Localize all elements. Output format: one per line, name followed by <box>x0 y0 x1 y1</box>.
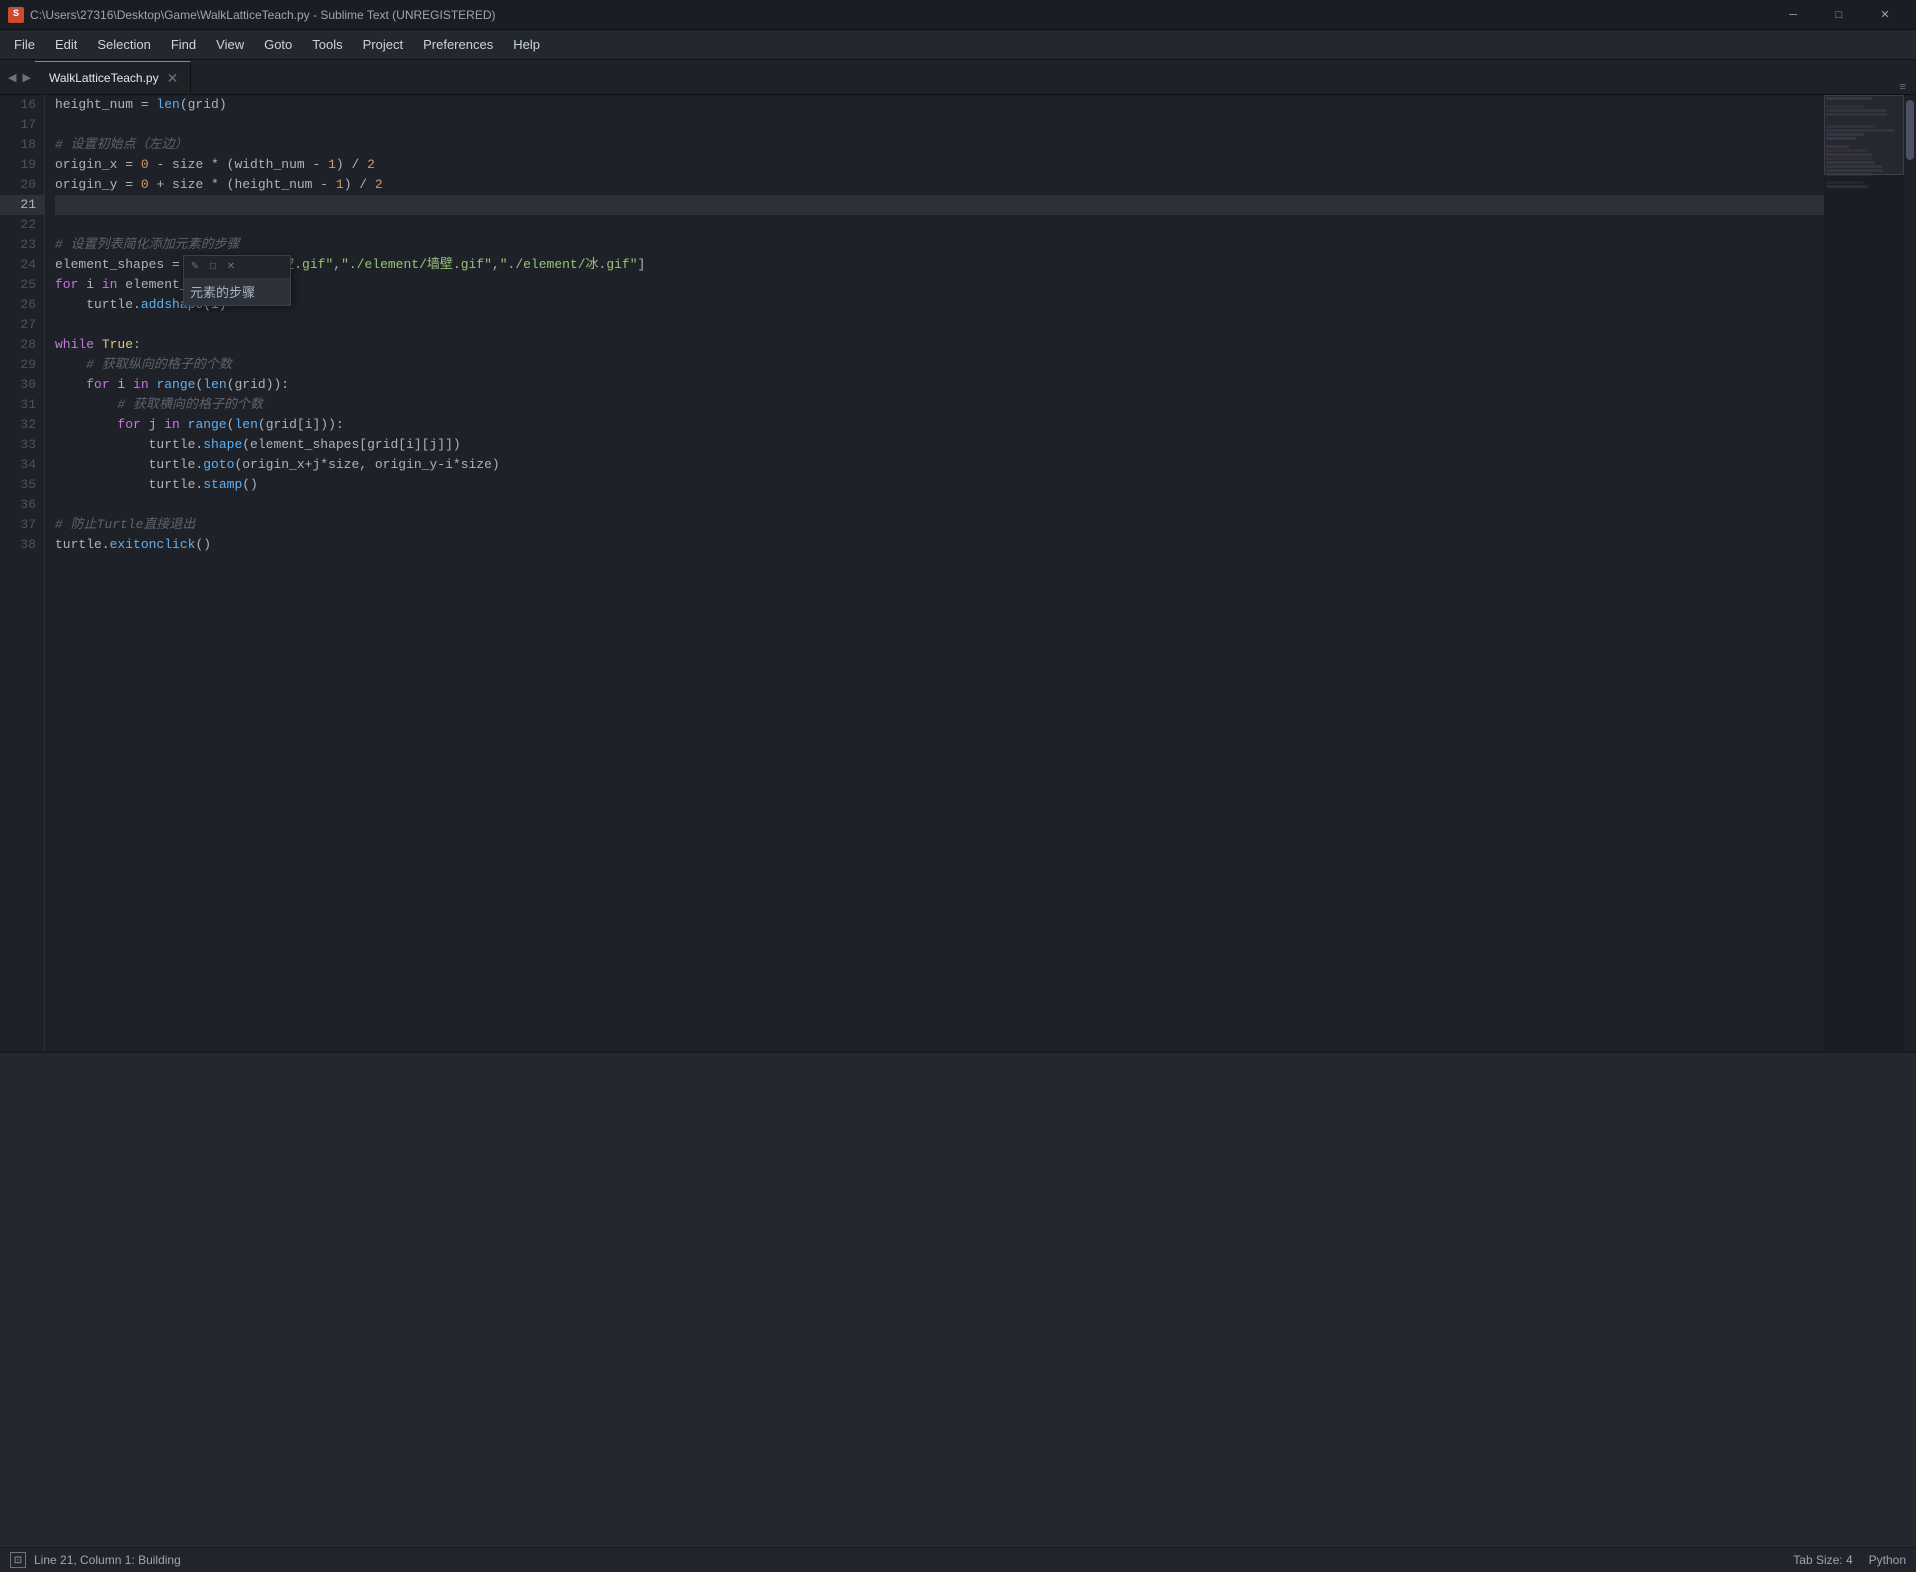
line-num-22: 22 <box>0 215 44 235</box>
line-num-29: 29 <box>0 355 44 375</box>
status-right: Tab Size: 4 Python <box>1793 1553 1906 1567</box>
popup-content: 元素的步骤 <box>184 278 290 305</box>
close-button[interactable]: ✕ <box>1862 0 1908 30</box>
code-line-37: # 防止Turtle直接退出 <box>55 515 1824 535</box>
menu-goto[interactable]: Goto <box>254 30 302 60</box>
code-line-38: turtle.exitonclick() <box>55 535 1824 555</box>
minimap-line <box>1826 185 1868 188</box>
line-num-36: 36 <box>0 495 44 515</box>
code-line-23: # 设置列表简化添加元素的步骤 <box>55 235 1824 255</box>
popup-edit-icon[interactable]: ✎ <box>188 260 202 274</box>
vertical-scrollbar[interactable] <box>1904 95 1916 1051</box>
bottom-panel <box>0 1051 1916 1547</box>
code-line-30: for i in range(len(grid)): <box>55 375 1824 395</box>
minimap-line <box>1826 181 1864 184</box>
status-position: Line 21, Column 1: Building <box>34 1553 181 1567</box>
autocomplete-popup: ✎ □ ✕ 元素的步骤 <box>183 255 291 306</box>
line-num-32: 32 <box>0 415 44 435</box>
editor-area: 16 17 18 19 20 21 22 23 24 25 26 27 28 2… <box>0 95 1916 1051</box>
menu-help[interactable]: Help <box>503 30 550 60</box>
code-line-28: while True: <box>55 335 1824 355</box>
tab-expand-icon[interactable]: ≡ <box>1899 82 1906 94</box>
status-icon: ⊡ <box>10 1552 26 1568</box>
line-num-28: 28 <box>0 335 44 355</box>
line-num-20: 20 <box>0 175 44 195</box>
minimap <box>1824 95 1904 1051</box>
line-num-30: 30 <box>0 375 44 395</box>
code-line-16: height_num = len(grid) <box>55 95 1824 115</box>
menu-preferences[interactable]: Preferences <box>413 30 503 60</box>
menu-edit[interactable]: Edit <box>45 30 87 60</box>
menu-tools[interactable]: Tools <box>302 30 352 60</box>
tabbar: ◀ ▶ WalkLatticeTeach.py ✕ ≡ <box>0 60 1916 95</box>
popup-titlebar: ✎ □ ✕ <box>184 256 290 278</box>
maximize-button[interactable]: □ <box>1816 0 1862 30</box>
code-line-22 <box>55 215 1824 235</box>
code-line-35: turtle.stamp() <box>55 475 1824 495</box>
menubar: File Edit Selection Find View Goto Tools… <box>0 30 1916 60</box>
active-tab[interactable]: WalkLatticeTeach.py ✕ <box>35 61 191 94</box>
tab-prev-arrow[interactable]: ◀ <box>5 71 19 85</box>
line-num-37: 37 <box>0 515 44 535</box>
code-line-17 <box>55 115 1824 135</box>
tab-close-button[interactable]: ✕ <box>167 71 179 85</box>
menu-view[interactable]: View <box>206 30 254 60</box>
code-line-36 <box>55 495 1824 515</box>
code-line-21 <box>55 195 1824 215</box>
titlebar: S C:\Users\27316\Desktop\Game\WalkLattic… <box>0 0 1916 30</box>
tab-label: WalkLatticeTeach.py <box>49 71 159 85</box>
line-num-25: 25 <box>0 275 44 295</box>
status-left: ⊡ Line 21, Column 1: Building <box>10 1552 181 1568</box>
code-line-31: # 获取横向的格子的个数 <box>55 395 1824 415</box>
popup-close-icon[interactable]: ✕ <box>224 260 238 274</box>
minimize-button[interactable]: ─ <box>1770 0 1816 30</box>
line-num-24: 24 <box>0 255 44 275</box>
code-line-29: # 获取纵向的格子的个数 <box>55 355 1824 375</box>
code-editor[interactable]: height_num = len(grid) # 设置初始点（左边） origi… <box>45 95 1824 1051</box>
language-label[interactable]: Python <box>1869 1553 1906 1567</box>
code-line-18: # 设置初始点（左边） <box>55 135 1824 155</box>
statusbar: ⊡ Line 21, Column 1: Building Tab Size: … <box>0 1547 1916 1572</box>
line-num-26: 26 <box>0 295 44 315</box>
code-line-34: turtle.goto(origin_x+j*size, origin_y-i*… <box>55 455 1824 475</box>
line-num-27: 27 <box>0 315 44 335</box>
popup-maximize-icon[interactable]: □ <box>206 260 220 274</box>
line-num-38: 38 <box>0 535 44 555</box>
code-line-20: origin_y = 0 + size * (height_num - 1) /… <box>55 175 1824 195</box>
code-line-32: for j in range(len(grid[i])): <box>55 415 1824 435</box>
line-num-21: 21 <box>0 195 44 215</box>
tab-size-label[interactable]: Tab Size: 4 <box>1793 1553 1852 1567</box>
scrollbar-thumb[interactable] <box>1906 100 1914 160</box>
code-line-33: turtle.shape(element_shapes[grid[i][j]]) <box>55 435 1824 455</box>
line-num-17: 17 <box>0 115 44 135</box>
popup-suggestion-text: 元素的步骤 <box>190 282 284 301</box>
code-line-19: origin_x = 0 - size * (width_num - 1) / … <box>55 155 1824 175</box>
window-title: C:\Users\27316\Desktop\Game\WalkLatticeT… <box>30 8 1770 22</box>
app-icon: S <box>8 7 24 23</box>
line-num-16: 16 <box>0 95 44 115</box>
line-num-34: 34 <box>0 455 44 475</box>
tab-next-arrow[interactable]: ▶ <box>19 71 33 85</box>
line-num-31: 31 <box>0 395 44 415</box>
code-line-24: element_shapes = ["./element/空.gif","./e… <box>55 255 1824 275</box>
tab-right-controls: ≡ <box>1899 82 1916 94</box>
line-gutter: 16 17 18 19 20 21 22 23 24 25 26 27 28 2… <box>0 95 45 1051</box>
line-num-23: 23 <box>0 235 44 255</box>
menu-file[interactable]: File <box>4 30 45 60</box>
menu-project[interactable]: Project <box>353 30 413 60</box>
code-line-25: for i in element_shapes: <box>55 275 1824 295</box>
minimap-viewport <box>1824 95 1904 175</box>
code-line-27 <box>55 315 1824 335</box>
line-num-35: 35 <box>0 475 44 495</box>
line-num-19: 19 <box>0 155 44 175</box>
line-num-33: 33 <box>0 435 44 455</box>
code-line-26: turtle.addshape(i) <box>55 295 1824 315</box>
line-num-18: 18 <box>0 135 44 155</box>
menu-selection[interactable]: Selection <box>87 30 160 60</box>
tab-list: WalkLatticeTeach.py ✕ ≡ <box>0 60 1916 95</box>
menu-find[interactable]: Find <box>161 30 206 60</box>
titlebar-controls: ─ □ ✕ <box>1770 0 1908 30</box>
